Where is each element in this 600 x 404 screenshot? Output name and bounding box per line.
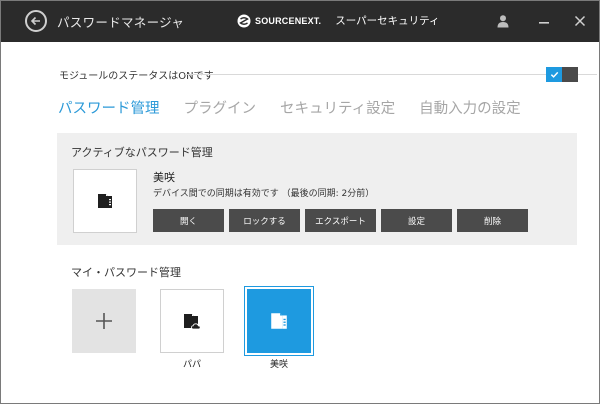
- add-vault-button[interactable]: [72, 289, 136, 353]
- title-bar: パスワードマネージャ SOURCENEXT. スーパーセキュリティ: [1, 1, 599, 42]
- active-vault-name: 美咲: [153, 171, 175, 184]
- module-toggle[interactable]: [546, 67, 578, 82]
- sync-status-text: デバイス間での同期は有効です （最後の同期: 2分前）: [153, 189, 375, 199]
- export-button[interactable]: エクスポート: [305, 209, 376, 232]
- password-manager-window: パスワードマネージャ SOURCENEXT. スーパーセキュリティ モジュールの…: [0, 0, 600, 404]
- product-name: スーパーセキュリティ: [335, 15, 440, 27]
- vault-icon: [271, 313, 287, 329]
- close-button[interactable]: [570, 11, 590, 31]
- vault-name-misaki: 美咲: [269, 360, 288, 370]
- sourcenext-logo-icon: [237, 14, 251, 27]
- vault-item-papa[interactable]: [160, 289, 224, 353]
- toggle-off-segment: [562, 67, 578, 82]
- vault-cloud-icon: [184, 314, 201, 330]
- active-vault-panel: アクティブなパスワード管理 美咲 デバイス間での同期は有効です （最後の同期: …: [57, 133, 577, 245]
- tab-bar: パスワード管理 プラグイン セキュリティ設定 自動入力の設定: [58, 97, 521, 118]
- user-icon: [497, 15, 509, 28]
- my-vaults-heading: マイ・パスワード管理: [71, 266, 181, 279]
- open-button[interactable]: 開く: [153, 209, 224, 232]
- vault-item-misaki[interactable]: [244, 286, 314, 356]
- toggle-on-segment: [546, 67, 562, 82]
- active-vault-heading: アクティブなパスワード管理: [71, 146, 213, 159]
- brand-name: SOURCENEXT.: [255, 15, 322, 26]
- close-icon: [574, 15, 586, 27]
- tab-plugins[interactable]: プラグイン: [184, 97, 257, 118]
- account-button[interactable]: [493, 11, 513, 31]
- tab-security-settings[interactable]: セキュリティ設定: [280, 97, 395, 118]
- divider: [185, 74, 597, 75]
- back-arrow-icon: [30, 16, 40, 26]
- checkmark-icon: [550, 71, 558, 78]
- active-vault-tile: [73, 169, 137, 233]
- vault-icon: [98, 194, 112, 208]
- brand: SOURCENEXT. スーパーセキュリティ: [237, 13, 439, 28]
- minimize-button[interactable]: [534, 11, 554, 31]
- module-status-row: モジュールのステータスはONです: [59, 67, 597, 83]
- vault-name-papa: パパ: [182, 360, 201, 370]
- tab-password-management[interactable]: パスワード管理: [58, 97, 160, 118]
- window-title: パスワードマネージャ: [57, 15, 185, 30]
- vault-action-buttons: 開く ロックする エクスポート 設定 削除: [153, 209, 528, 232]
- back-button[interactable]: [25, 10, 47, 32]
- tab-autofill-settings[interactable]: 自動入力の設定: [419, 97, 521, 118]
- lock-button[interactable]: ロックする: [229, 209, 300, 232]
- settings-button[interactable]: 設定: [381, 209, 452, 232]
- minimize-icon: [539, 22, 549, 24]
- delete-button[interactable]: 削除: [457, 209, 528, 232]
- plus-icon: [96, 313, 112, 329]
